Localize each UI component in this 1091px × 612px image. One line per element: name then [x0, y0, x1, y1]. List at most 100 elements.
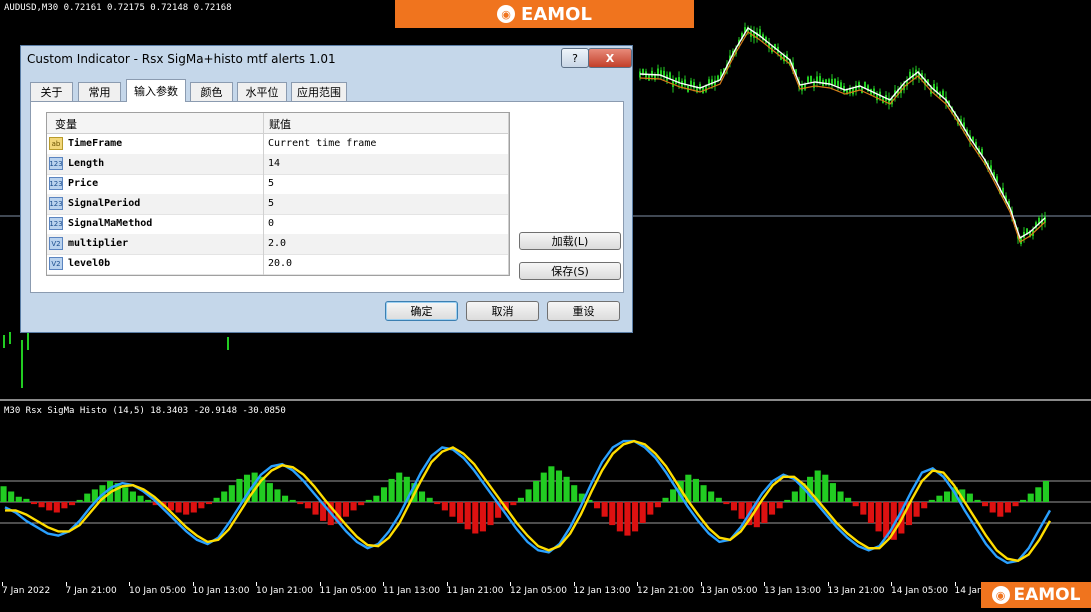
- histogram-bar-down: [358, 502, 365, 506]
- scroll-up-arrow-icon[interactable]: ▲: [509, 113, 510, 127]
- indicator-info: M30 Rsx SigMa Histo (14,5) 18.3403 -20.9…: [4, 406, 286, 416]
- histogram-bar-up: [418, 491, 426, 502]
- histogram-bar-up: [563, 476, 570, 502]
- tab-levels[interactable]: 水平位: [237, 82, 287, 101]
- histogram-bar-up: [8, 491, 15, 502]
- histogram-bar-up: [365, 499, 372, 502]
- histogram-bar-down: [761, 502, 768, 523]
- histogram-bar-down: [297, 502, 304, 505]
- grid-scrollbar[interactable]: ▲ ▼: [508, 113, 510, 275]
- column-value[interactable]: 赋值: [269, 116, 291, 132]
- grid-row-timeframe[interactable]: ab TimeFrame Current time frame: [47, 134, 509, 155]
- histogram-bar-down: [449, 502, 456, 517]
- integer-type-icon: 123: [49, 197, 63, 210]
- param-value[interactable]: 2.0: [268, 238, 286, 249]
- histogram-bar-up: [943, 491, 951, 502]
- tab-common[interactable]: 常用: [78, 82, 121, 101]
- histogram-bar-up: [23, 498, 30, 502]
- ok-button[interactable]: 确定: [385, 301, 458, 321]
- param-value[interactable]: 5: [268, 178, 274, 189]
- histogram-bar-up: [708, 491, 715, 502]
- price-candle-body: [834, 79, 836, 86]
- time-label: 7 Jan 2022: [2, 586, 51, 596]
- parameters-grid[interactable]: 变量 赋值 ab TimeFrame Current time frame 12…: [46, 112, 510, 276]
- histogram-bar-up: [845, 497, 852, 502]
- tab-colors[interactable]: 颜色: [190, 82, 233, 101]
- histogram-bar-up: [373, 495, 380, 502]
- histogram-bar-up: [700, 485, 707, 502]
- price-candle-body: [759, 29, 761, 36]
- histogram-bar-up: [213, 497, 220, 502]
- param-value[interactable]: 14: [268, 158, 280, 169]
- histogram-bar-down: [1012, 502, 1019, 507]
- help-button[interactable]: ?: [561, 48, 589, 68]
- param-value[interactable]: 0: [268, 218, 274, 229]
- time-label: 10 Jan 05:00: [129, 586, 186, 596]
- integer-type-icon: 123: [49, 157, 63, 170]
- close-button[interactable]: X: [588, 48, 632, 68]
- scroll-down-arrow-icon[interactable]: ▼: [509, 261, 510, 275]
- tab-inputs[interactable]: 输入参数: [126, 79, 186, 102]
- eamol-logo-icon: ◉: [497, 5, 516, 23]
- grid-row-multiplier[interactable]: V2 multiplier 2.0: [47, 234, 509, 255]
- histogram-bar-up: [928, 499, 935, 502]
- histogram-bar-down: [860, 502, 867, 515]
- param-name: SignalMaMethod: [68, 218, 153, 229]
- cancel-button[interactable]: 取消: [466, 301, 539, 321]
- param-value[interactable]: 20.0: [268, 258, 292, 269]
- histogram-bar-up: [936, 495, 943, 502]
- param-value[interactable]: Current time frame: [268, 138, 376, 149]
- time-label: 14 Jan 05:00: [891, 586, 948, 596]
- integer-type-icon: 123: [49, 177, 63, 190]
- histogram-bar-down: [647, 502, 654, 515]
- double-type-icon: V2: [49, 257, 63, 270]
- grid-row-price[interactable]: 123 Price 5: [47, 174, 509, 195]
- save-button[interactable]: 保存(S): [519, 262, 621, 280]
- histogram-bar-down: [852, 502, 859, 507]
- column-separator[interactable]: [263, 113, 264, 275]
- histogram-bar-up: [274, 489, 281, 502]
- grid-row-signal-period[interactable]: 123 SignalPeriod 5: [47, 194, 509, 215]
- param-name: SignalPeriod: [68, 198, 141, 209]
- grid-row-signal-ma-method[interactable]: 123 SignalMaMethod 0: [47, 214, 509, 235]
- price-candle-body: [1044, 216, 1046, 223]
- reset-button[interactable]: 重设: [547, 301, 620, 321]
- tab-visualization[interactable]: 应用范围: [291, 82, 347, 101]
- time-axis: 7 Jan 2022 7 Jan 21:00 10 Jan 05:00 10 Jan …: [0, 582, 1011, 606]
- param-name: Price: [68, 178, 99, 189]
- histogram-bar-up: [0, 486, 7, 502]
- brand-banner-bottom: ◉ EAMOL: [981, 582, 1091, 608]
- param-value[interactable]: 5: [268, 198, 274, 209]
- histogram-bar-up: [388, 478, 395, 502]
- histogram-bar-up: [715, 497, 722, 502]
- time-label: 12 Jan 05:00: [510, 586, 567, 596]
- indicator-subwindow[interactable]: M30 Rsx SigMa Histo (14,5) 18.3403 -20.9…: [0, 400, 1091, 608]
- histogram-bar-up: [791, 491, 798, 502]
- histogram-bar-up: [670, 489, 677, 502]
- grid-row-level0b[interactable]: V2 level0b 20.0: [47, 254, 509, 275]
- grid-row-length[interactable]: 123 Length 14: [47, 154, 509, 175]
- histogram-bar-down: [989, 502, 996, 513]
- price-candle-body: [825, 79, 827, 86]
- column-variable[interactable]: 变量: [55, 116, 77, 132]
- histogram-bar-up: [282, 495, 289, 502]
- price-candle-body: [648, 74, 650, 81]
- price-candle-body: [801, 84, 803, 91]
- time-label: 13 Jan 05:00: [700, 586, 758, 596]
- time-label: 11 Jan 13:00: [383, 586, 440, 596]
- inputs-panel: 变量 赋值 ab TimeFrame Current time frame 12…: [30, 101, 624, 293]
- load-button[interactable]: 加载(L): [519, 232, 621, 250]
- eamol-logo-icon: ◉: [991, 586, 1010, 604]
- histogram-bar-down: [913, 502, 920, 517]
- histogram-bar-down: [46, 502, 53, 511]
- histogram-bar-down: [639, 502, 646, 523]
- histogram-bar-up: [1020, 499, 1027, 502]
- tab-about[interactable]: 关于: [30, 82, 73, 101]
- brand-text: EAMOL: [521, 3, 592, 25]
- histogram-bar-up: [266, 483, 273, 502]
- brand-text: EAMOL: [1013, 585, 1081, 605]
- dialog-title: Custom Indicator - Rsx SigMa+histo mtf a…: [27, 52, 336, 66]
- grid-header: 变量 赋值: [47, 113, 509, 134]
- histogram-bar-down: [593, 502, 601, 509]
- histogram-bar-down: [1004, 502, 1011, 513]
